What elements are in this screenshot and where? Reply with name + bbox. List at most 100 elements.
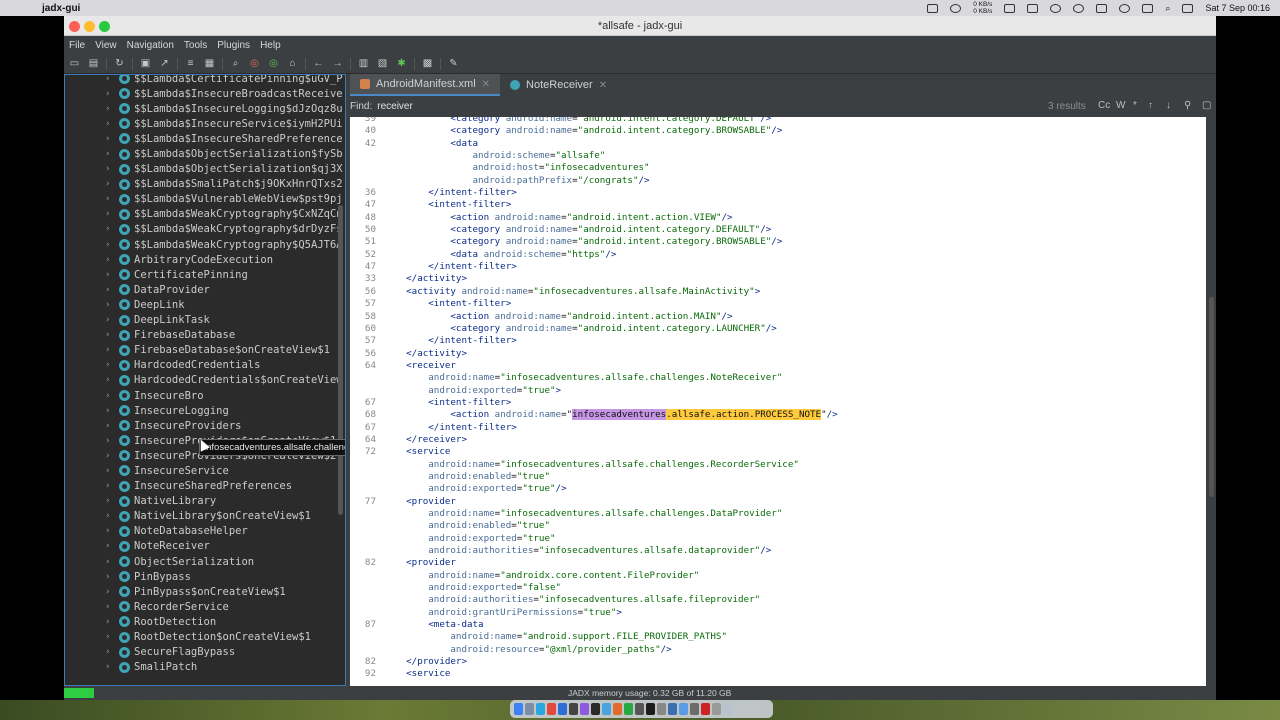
class-tree-panel[interactable]: › $$Lambda$CertificatePinning$uGV_P › $$Lam… (64, 74, 346, 686)
tree-item[interactable]: › NativeLibrary (65, 494, 345, 509)
wifi-icon[interactable] (1119, 3, 1131, 13)
chevron-right-icon[interactable]: › (105, 391, 115, 401)
chevron-right-icon[interactable]: › (105, 466, 115, 476)
chevron-right-icon[interactable]: › (105, 511, 115, 521)
code-line[interactable]: android:name="infosecadventures.allsafe.… (350, 372, 1206, 384)
tree-item[interactable]: › NoteReceiver (65, 539, 345, 554)
tree-item[interactable]: › PinBypass$onCreateView$1 (65, 584, 345, 599)
app-icon[interactable] (635, 703, 644, 715)
close-window-button[interactable] (69, 21, 80, 32)
tree-item[interactable]: › FirebaseDatabase (65, 328, 345, 343)
chevron-right-icon[interactable]: › (105, 541, 115, 551)
tree-item[interactable]: › $$Lambda$InsecureSharedPreference (65, 131, 345, 146)
code-line[interactable]: 40 <category android:name="android.inten… (350, 125, 1206, 137)
tree-item[interactable]: › RootDetection$onCreateView$1 (65, 629, 345, 644)
tree-item[interactable]: › $$Lambda$CertificatePinning$uGV_P (65, 75, 345, 86)
chevron-right-icon[interactable]: › (105, 526, 115, 536)
app-icon[interactable] (613, 703, 622, 715)
find-class-icon[interactable]: ◎ (248, 57, 261, 70)
tree-item[interactable]: › HardcodedCredentials (65, 358, 345, 373)
tab-androidmanifest[interactable]: AndroidManifest.xml ✕ (350, 74, 501, 96)
tree-item[interactable]: › $$Lambda$ObjectSerialization$qj3X (65, 162, 345, 177)
chevron-right-icon[interactable]: › (105, 330, 115, 340)
code-line[interactable]: 57 <intent-filter> (350, 298, 1206, 310)
code-editor[interactable]: 39 <category android:name="android.inten… (350, 117, 1206, 687)
log-viewer-icon[interactable]: ▩ (421, 57, 434, 70)
terminal-icon[interactable] (569, 703, 578, 715)
safari-icon[interactable] (536, 703, 545, 715)
tree-item[interactable]: › $$Lambda$SmaliPatch$j9OKxHnrQTxs2 (65, 177, 345, 192)
tree-item[interactable]: › RecorderService (65, 599, 345, 614)
tree-item[interactable]: › ObjectSerialization (65, 554, 345, 569)
tree-item[interactable]: › CertificatePinning (65, 267, 345, 282)
record-icon[interactable] (1050, 3, 1062, 13)
tree-item[interactable]: › DataProvider (65, 282, 345, 297)
chevron-right-icon[interactable]: › (105, 270, 115, 280)
code-line[interactable]: 47 </intent-filter> (350, 261, 1206, 273)
tree-item[interactable]: › DeepLinkTask (65, 313, 345, 328)
chevron-right-icon[interactable]: › (105, 662, 115, 672)
chevron-right-icon[interactable]: › (105, 119, 115, 129)
code-line[interactable]: 56 <activity android:name="infosecadvent… (350, 286, 1206, 298)
chevron-right-icon[interactable]: › (105, 179, 115, 189)
code-line[interactable]: 39 <category android:name="android.inten… (350, 117, 1206, 125)
chevron-right-icon[interactable]: › (105, 164, 115, 174)
sync-tree-icon[interactable]: ≡ (184, 57, 197, 70)
tree-item[interactable]: › $$Lambda$InsecureService$iymH2PUi (65, 116, 345, 131)
trash-icon[interactable] (723, 703, 732, 715)
code-line[interactable]: 64 </receiver> (350, 434, 1206, 446)
find-usage-icon[interactable]: ◎ (267, 57, 280, 70)
app-icon[interactable] (602, 703, 611, 715)
code-line[interactable]: 47 <intent-filter> (350, 199, 1206, 211)
code-line[interactable]: android:enabled="true" (350, 520, 1206, 532)
menu-help[interactable]: Help (260, 40, 281, 51)
chevron-right-icon[interactable]: › (105, 149, 115, 159)
launchpad-icon[interactable] (525, 703, 534, 715)
code-line[interactable]: android:exported="true" (350, 533, 1206, 545)
export-icon[interactable]: ↗ (158, 57, 171, 70)
code-line[interactable]: android:grantUriPermissions="true"> (350, 607, 1206, 619)
app-icon[interactable] (668, 703, 677, 715)
phone-icon[interactable] (1004, 3, 1016, 13)
back-icon[interactable]: ← (312, 57, 325, 70)
chrome-icon[interactable] (547, 703, 556, 715)
camera-icon[interactable] (927, 3, 939, 13)
control-center-icon[interactable] (1182, 3, 1194, 13)
menu-navigation[interactable]: Navigation (127, 40, 174, 51)
close-find-icon[interactable]: ▢ (1202, 100, 1211, 111)
tree-item[interactable]: › InsecureService (65, 463, 345, 478)
tree-item[interactable]: › SmaliPatch (65, 660, 345, 675)
tree-item[interactable]: › PinBypass (65, 569, 345, 584)
chevron-right-icon[interactable]: › (105, 421, 115, 431)
chevron-right-icon[interactable]: › (105, 255, 115, 265)
tree-item[interactable]: › $$Lambda$WeakCryptography$drDyzFs (65, 222, 345, 237)
close-tab-icon[interactable]: ✕ (482, 79, 490, 90)
chevron-right-icon[interactable]: › (105, 647, 115, 657)
app-icon[interactable] (701, 703, 710, 715)
tree-item[interactable]: › $$Lambda$ObjectSerialization$fySb (65, 146, 345, 161)
code-line[interactable]: android:exported="true"> (350, 385, 1206, 397)
code-line[interactable]: android:authorities="infosecadventures.a… (350, 594, 1206, 606)
app-icon[interactable] (646, 703, 655, 715)
chevron-right-icon[interactable]: › (105, 587, 115, 597)
chevron-right-icon[interactable]: › (105, 315, 115, 325)
regex-toggle[interactable]: * (1133, 100, 1137, 111)
vscode-icon[interactable] (558, 703, 567, 715)
chevron-right-icon[interactable]: › (105, 617, 115, 627)
chevron-right-icon[interactable]: › (105, 240, 115, 250)
search-icon[interactable]: ⌕ (229, 57, 242, 70)
chevron-right-icon[interactable]: › (105, 209, 115, 219)
tree-item[interactable]: › $$Lambda$InsecureBroadcastReceive (65, 86, 345, 101)
code-line[interactable]: android:pathPrefix="/congrats"/> (350, 175, 1206, 187)
app-icon[interactable] (712, 703, 721, 715)
tree-item[interactable]: › SecureFlagBypass (65, 645, 345, 660)
tree-item[interactable]: › InsecureProviders (65, 418, 345, 433)
reload-icon[interactable]: ↻ (113, 57, 126, 70)
close-tab-icon[interactable]: ✕ (599, 80, 607, 91)
code-line[interactable]: 92 <service (350, 668, 1206, 680)
chevron-right-icon[interactable]: › (105, 632, 115, 642)
chevron-right-icon[interactable]: › (105, 451, 115, 461)
spotlight-icon[interactable]: ⌕ (1165, 3, 1170, 14)
tree-item[interactable]: › InsecureSharedPreferences (65, 479, 345, 494)
chevron-right-icon[interactable]: › (105, 89, 115, 99)
